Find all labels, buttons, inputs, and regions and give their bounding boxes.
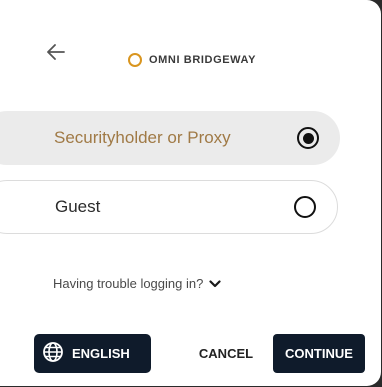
- radio-dot: [302, 132, 314, 144]
- chevron-down-icon: [209, 276, 221, 291]
- cancel-button[interactable]: CANCEL: [190, 334, 262, 373]
- globe-icon: [42, 341, 64, 366]
- trouble-logging-in-link[interactable]: Having trouble logging in?: [53, 276, 221, 291]
- radio-selected[interactable]: [297, 127, 319, 149]
- language-label: ENGLISH: [72, 346, 130, 361]
- option-label: Guest: [55, 197, 101, 216]
- arrow-left-icon: [47, 43, 65, 65]
- logo-ring-icon: [128, 53, 142, 67]
- language-button[interactable]: ENGLISH: [34, 334, 151, 373]
- continue-button[interactable]: CONTINUE: [273, 334, 365, 373]
- radio-unselected[interactable]: [294, 196, 316, 218]
- back-button[interactable]: [44, 43, 68, 65]
- option-guest[interactable]: Guest: [0, 180, 338, 234]
- logo: OMNI BRIDGEWAY: [128, 50, 256, 70]
- logo-text: OMNI BRIDGEWAY: [149, 54, 257, 66]
- option-securityholder[interactable]: Securityholder or Proxy: [0, 111, 340, 165]
- trouble-label: Having trouble logging in?: [53, 276, 204, 291]
- login-panel: OMNI BRIDGEWAY Securityholder or Proxy G…: [0, 0, 381, 386]
- option-label: Securityholder or Proxy: [54, 128, 231, 147]
